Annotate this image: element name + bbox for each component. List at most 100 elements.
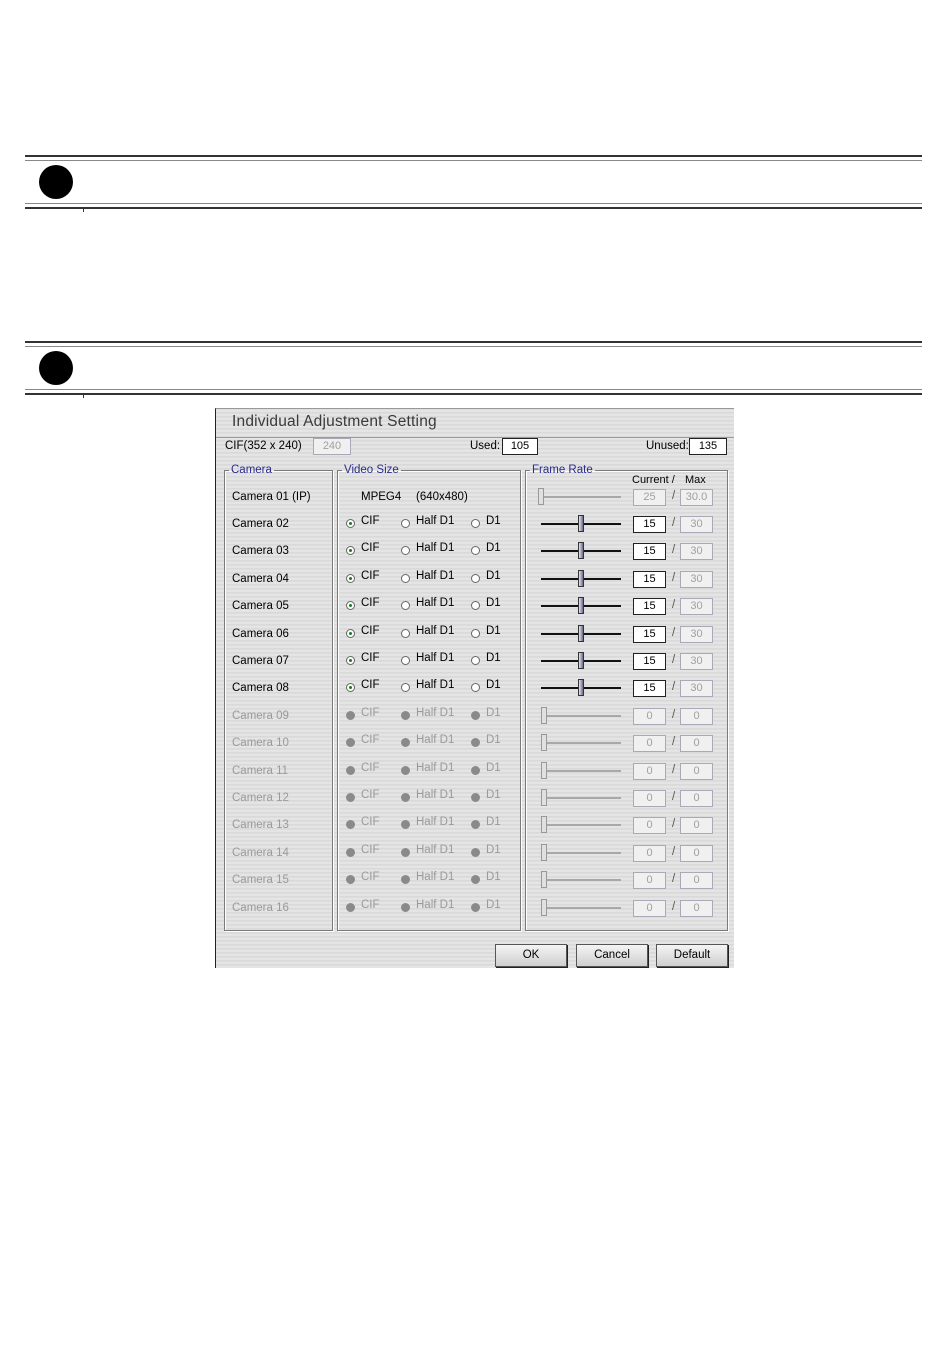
slider-thumb[interactable] — [578, 679, 584, 696]
radio-circle-icon — [346, 601, 355, 610]
slider-thumb — [541, 762, 547, 779]
video-size-radio-cif[interactable]: CIF — [346, 515, 406, 533]
radio-label: CIF — [361, 816, 380, 828]
frame-rate-slider[interactable] — [541, 625, 621, 643]
video-size-radio-d1[interactable]: D1 — [471, 542, 531, 560]
radio-circle-icon — [401, 574, 410, 583]
slider-thumb[interactable] — [578, 570, 584, 587]
unused-label: Unused: — [646, 440, 689, 452]
radio-label: CIF — [361, 734, 380, 746]
unused-value-field: 135 — [689, 438, 727, 455]
slider-thumb[interactable] — [578, 652, 584, 669]
radio-label: Half D1 — [416, 789, 455, 801]
video-size-radio-d1[interactable]: D1 — [471, 570, 531, 588]
frame-rate-slider[interactable] — [541, 542, 621, 560]
frame-rate-slider[interactable] — [541, 679, 621, 697]
video-size-radio-half-d1[interactable]: Half D1 — [401, 515, 461, 533]
video-size-radio-half-d1[interactable]: Half D1 — [401, 625, 461, 643]
radio-label: D1 — [486, 899, 501, 911]
frame-rate-slider[interactable] — [541, 652, 621, 670]
camera-label: Camera 07 — [232, 655, 289, 667]
video-size-radio-d1[interactable]: D1 — [471, 652, 531, 670]
video-size-radio-half-d1[interactable]: Half D1 — [401, 597, 461, 615]
video-size-radio-half-d1[interactable]: Half D1 — [401, 679, 461, 697]
current-frame-rate-field[interactable]: 15 — [633, 653, 666, 670]
current-frame-rate-field: 0 — [633, 735, 666, 752]
slider-thumb — [541, 844, 547, 861]
camera-01-max-field: 30.0 — [680, 489, 713, 506]
video-size-radio-cif[interactable]: CIF — [346, 625, 406, 643]
ok-button[interactable]: OK — [495, 944, 567, 967]
video-size-radio-cif[interactable]: CIF — [346, 679, 406, 697]
video-size-radio-half-d1[interactable]: Half D1 — [401, 542, 461, 560]
current-frame-rate-field[interactable]: 15 — [633, 543, 666, 560]
frame-rate-slider[interactable] — [541, 597, 621, 615]
video-size-radio-d1[interactable]: D1 — [471, 679, 531, 697]
slider-thumb[interactable] — [578, 625, 584, 642]
video-size-radio-cif[interactable]: CIF — [346, 542, 406, 560]
camera-label: Camera 16 — [232, 902, 289, 914]
frame-rate-slider — [541, 734, 621, 752]
video-size-legend: Video Size — [344, 464, 399, 476]
radio-label: CIF — [361, 789, 380, 801]
video-size-radio-half-d1: Half D1 — [401, 707, 461, 725]
radio-circle-icon — [471, 875, 480, 884]
frame-rate-slider[interactable] — [541, 515, 621, 533]
current-frame-rate-field: 0 — [633, 900, 666, 917]
default-button[interactable]: Default — [656, 944, 728, 967]
note-bar-2 — [25, 341, 922, 398]
cancel-button[interactable]: Cancel — [576, 944, 648, 967]
max-frame-rate-field: 0 — [680, 900, 713, 917]
current-frame-rate-field[interactable]: 15 — [633, 571, 666, 588]
current-frame-rate-field[interactable]: 15 — [633, 598, 666, 615]
camera-label: Camera 08 — [232, 682, 289, 694]
video-size-radio-d1: D1 — [471, 844, 531, 862]
radio-label: Half D1 — [416, 679, 455, 691]
radio-circle-icon — [471, 793, 480, 802]
current-frame-rate-field[interactable]: 15 — [633, 626, 666, 643]
slider-thumb[interactable] — [578, 597, 584, 614]
current-frame-rate-field[interactable]: 15 — [633, 516, 666, 533]
radio-circle-icon — [346, 766, 355, 775]
radio-label: Half D1 — [416, 844, 455, 856]
video-size-radio-half-d1: Half D1 — [401, 844, 461, 862]
radio-label: D1 — [486, 597, 501, 609]
video-size-radio-cif[interactable]: CIF — [346, 597, 406, 615]
video-size-radio-cif[interactable]: CIF — [346, 652, 406, 670]
video-size-radio-cif[interactable]: CIF — [346, 570, 406, 588]
slider-thumb[interactable] — [578, 542, 584, 559]
frame-rate-slider — [541, 762, 621, 780]
current-frame-rate-field: 0 — [633, 790, 666, 807]
radio-circle-icon — [471, 683, 480, 692]
radio-label: CIF — [361, 597, 380, 609]
video-size-radio-half-d1[interactable]: Half D1 — [401, 570, 461, 588]
camera-01-frame-slider — [538, 488, 621, 506]
frame-rate-slider[interactable] — [541, 570, 621, 588]
frame-rate-slider — [541, 844, 621, 862]
camera-label: Camera 03 — [232, 545, 289, 557]
slider-thumb[interactable] — [578, 515, 584, 532]
video-size-radio-d1[interactable]: D1 — [471, 515, 531, 533]
slider-thumb — [541, 707, 547, 724]
current-frame-rate-field[interactable]: 15 — [633, 680, 666, 697]
video-size-radio-half-d1[interactable]: Half D1 — [401, 652, 461, 670]
video-size-radio-d1: D1 — [471, 762, 531, 780]
max-frame-rate-field: 30 — [680, 571, 713, 588]
max-frame-rate-field: 0 — [680, 872, 713, 889]
video-size-radio-d1: D1 — [471, 899, 531, 917]
divider — [25, 155, 922, 161]
radio-label: CIF — [361, 707, 380, 719]
camera-label: Camera 04 — [232, 573, 289, 585]
camera-label: Camera 02 — [232, 518, 289, 530]
radio-label: Half D1 — [416, 762, 455, 774]
max-frame-rate-field: 30 — [680, 653, 713, 670]
video-size-radio-d1: D1 — [471, 734, 531, 752]
video-size-radio-d1[interactable]: D1 — [471, 625, 531, 643]
radio-circle-icon — [346, 546, 355, 555]
radio-label: D1 — [486, 625, 501, 637]
video-size-radio-half-d1: Half D1 — [401, 816, 461, 834]
radio-circle-icon — [401, 848, 410, 857]
radio-circle-icon — [401, 711, 410, 720]
video-size-radio-d1: D1 — [471, 707, 531, 725]
video-size-radio-d1[interactable]: D1 — [471, 597, 531, 615]
